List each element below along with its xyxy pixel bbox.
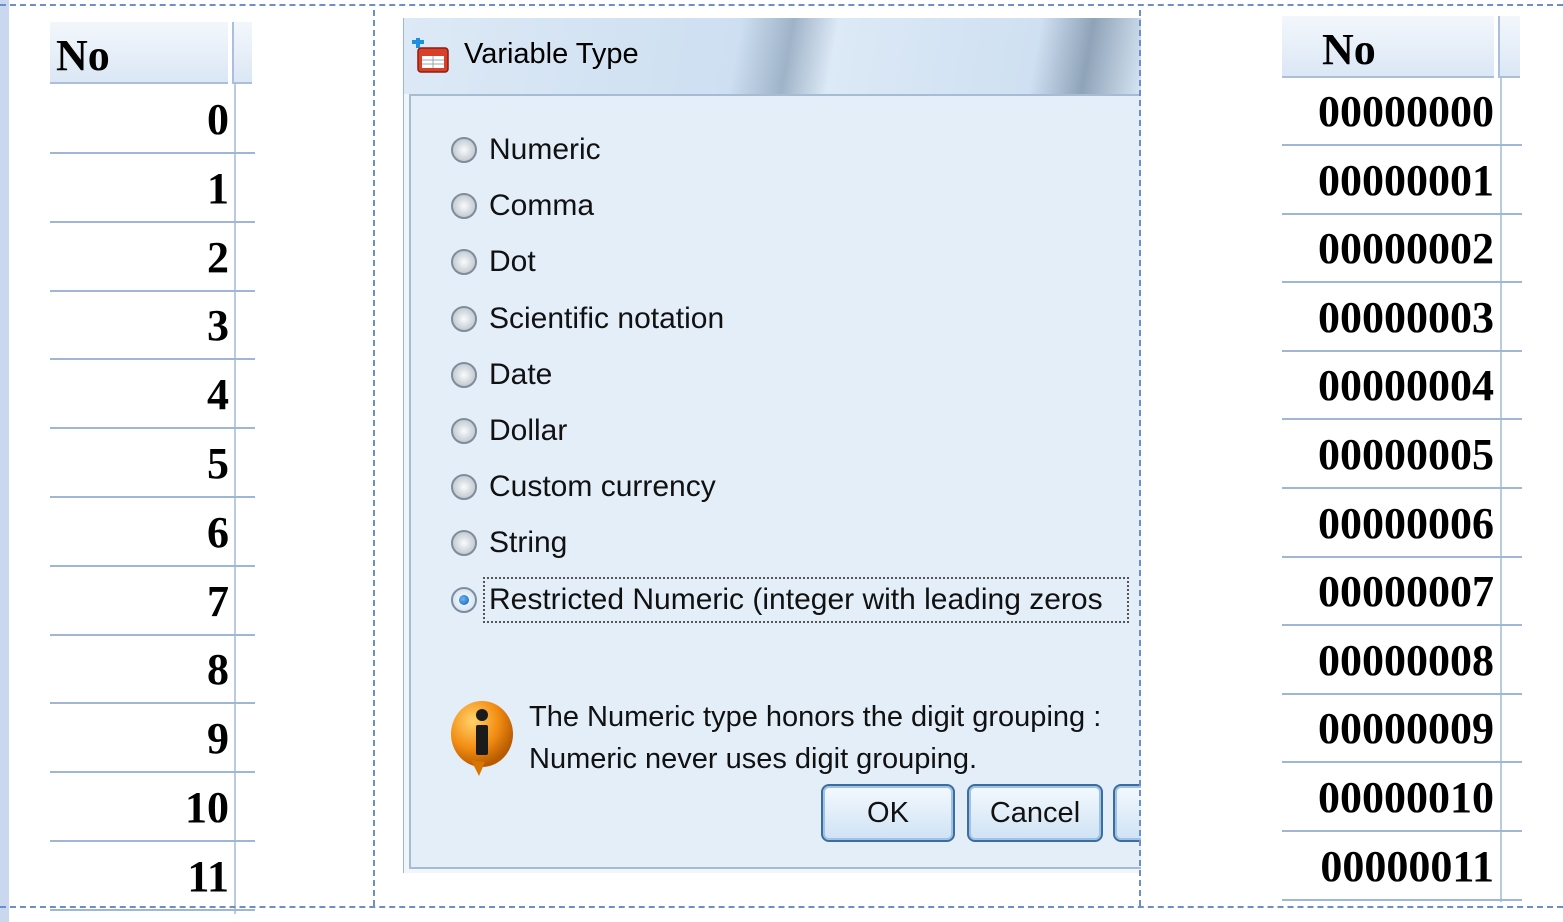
table-row[interactable]: 00000008 <box>1282 627 1522 695</box>
table-row[interactable]: 00000004 <box>1282 352 1522 421</box>
radio-button[interactable] <box>451 305 477 332</box>
type-option-label[interactable]: Restricted Numeric (integer with leading… <box>483 576 1129 623</box>
ok-button[interactable]: OK <box>821 784 955 842</box>
table-row[interactable]: 5 <box>50 430 255 498</box>
type-option[interactable]: Comma <box>451 184 594 228</box>
type-option-label[interactable]: Custom currency <box>489 470 716 504</box>
left-data-grid: No 0 1 2 3 4 5 6 7 8 9 10 11 <box>50 22 255 914</box>
table-row[interactable]: 10 <box>50 774 255 842</box>
table-row[interactable]: 00000006 <box>1282 490 1522 558</box>
table-row[interactable]: 00000007 <box>1282 558 1522 627</box>
table-row[interactable]: 00000009 <box>1282 695 1522 764</box>
radio-button[interactable] <box>451 137 477 163</box>
dashed-guide-right <box>1139 10 1141 906</box>
info-message: The Numeric type honors the digit groupi… <box>529 696 1101 780</box>
type-option-label[interactable]: Comma <box>489 189 594 223</box>
dialog-titlebar[interactable]: Variable Type <box>404 18 1141 94</box>
radio-button[interactable] <box>451 249 477 276</box>
table-row[interactable]: 0 <box>50 86 255 154</box>
type-option[interactable]: Numeric <box>451 128 601 172</box>
type-option-label[interactable]: Dollar <box>489 414 567 448</box>
table-row[interactable]: 11 <box>50 843 255 911</box>
table-row[interactable]: 9 <box>50 705 255 774</box>
variable-type-icon <box>412 38 449 73</box>
info-line-2: Numeric never uses digit grouping. <box>529 743 978 775</box>
type-option-label[interactable]: String <box>489 526 567 560</box>
right-data-grid: No 00000000 00000001 00000002 00000003 00000… <box>1282 16 1522 906</box>
dashed-guide-top <box>0 4 1563 6</box>
column-header-label: No <box>56 31 110 80</box>
table-row[interactable]: 3 <box>50 292 255 361</box>
type-option-label[interactable]: Numeric <box>489 133 601 167</box>
type-option[interactable]: Dot <box>451 240 536 284</box>
radio-button-checked[interactable] <box>451 586 477 613</box>
column-header-no[interactable]: No <box>1282 16 1494 78</box>
column-header-no[interactable]: No <box>50 22 228 84</box>
table-row[interactable]: 00000005 <box>1282 421 1522 489</box>
variable-type-dialog: Variable Type Numeric Comma Dot Scientific … <box>403 18 1141 873</box>
radio-button[interactable] <box>451 193 477 220</box>
table-row[interactable]: 2 <box>50 224 255 292</box>
dashed-guide-left <box>373 10 375 906</box>
table-row[interactable]: 8 <box>50 636 255 705</box>
table-row[interactable]: 00000010 <box>1282 764 1522 832</box>
table-row[interactable]: 00000001 <box>1282 147 1522 215</box>
table-row[interactable]: 00000003 <box>1282 284 1522 352</box>
table-row[interactable]: 6 <box>50 499 255 567</box>
column-header-next[interactable] <box>232 22 252 84</box>
table-row[interactable]: 4 <box>50 361 255 430</box>
type-options-panel: Numeric Comma Dot Scientific notation Date Do… <box>409 94 1141 869</box>
left-margin-strip <box>0 0 9 922</box>
table-row[interactable]: 00000000 <box>1282 78 1522 146</box>
radio-button[interactable] <box>451 530 477 557</box>
radio-button[interactable] <box>451 418 477 444</box>
type-option[interactable]: Scientific notation <box>451 297 724 341</box>
table-row[interactable]: 00000011 <box>1282 833 1522 901</box>
dashed-guide-bottom <box>0 906 1563 908</box>
table-row[interactable]: 00000002 <box>1282 215 1522 284</box>
type-option-label[interactable]: Date <box>489 358 552 392</box>
table-row[interactable]: 7 <box>50 568 255 636</box>
radio-button[interactable] <box>451 361 477 388</box>
table-row[interactable]: 1 <box>50 155 255 223</box>
column-header-label: No <box>1322 25 1376 74</box>
type-option[interactable]: Custom currency <box>451 465 716 509</box>
column-header-next[interactable] <box>1498 16 1520 78</box>
info-line-1: The Numeric type honors the digit groupi… <box>529 701 1102 733</box>
help-button[interactable] <box>1113 784 1141 842</box>
type-option-label[interactable]: Dot <box>489 245 536 279</box>
radio-button[interactable] <box>451 474 477 501</box>
info-icon <box>451 701 513 776</box>
type-option[interactable]: Restricted Numeric (integer with leading… <box>451 576 1129 623</box>
type-option[interactable]: Date <box>451 353 552 397</box>
type-option[interactable]: Dollar <box>451 409 567 453</box>
cancel-button[interactable]: Cancel <box>967 784 1103 842</box>
dialog-title: Variable Type <box>464 38 639 70</box>
type-option-label[interactable]: Scientific notation <box>489 302 724 336</box>
type-option[interactable]: String <box>451 521 567 565</box>
